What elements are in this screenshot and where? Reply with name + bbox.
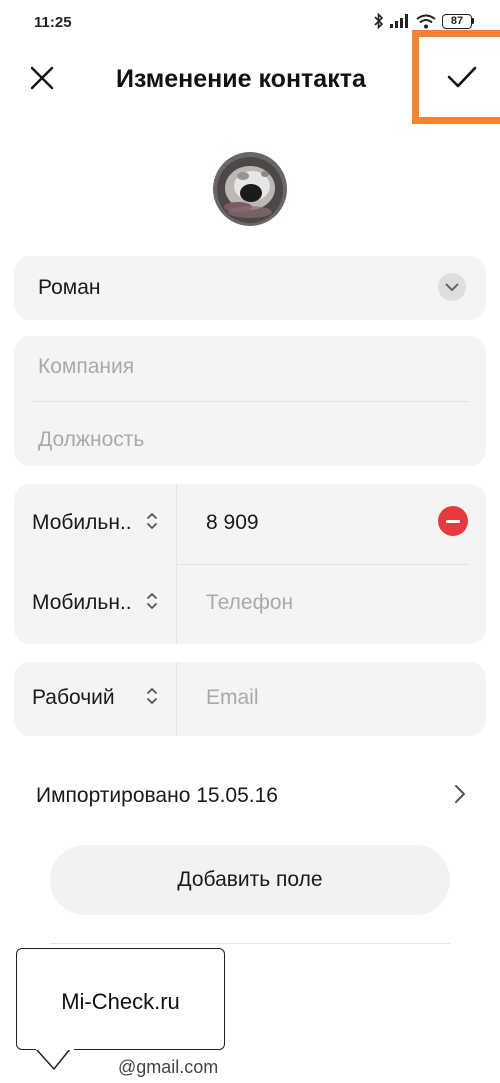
watermark-text: Mi-Check.ru bbox=[61, 989, 180, 1014]
minus-icon bbox=[446, 519, 460, 523]
name-field[interactable]: Роман bbox=[14, 256, 486, 320]
phone-row: Мобильн.. 8 909 bbox=[14, 484, 486, 564]
status-time: 11:25 bbox=[34, 14, 72, 31]
close-button[interactable] bbox=[24, 60, 60, 96]
status-icons: 87 bbox=[374, 13, 474, 29]
divider bbox=[176, 484, 177, 564]
avatar-photo bbox=[213, 152, 287, 226]
save-button[interactable] bbox=[412, 30, 500, 124]
job-title-field[interactable]: Должность bbox=[38, 428, 144, 452]
page-title: Изменение контакта bbox=[116, 65, 366, 93]
phone-type-label: Мобильн.. bbox=[32, 511, 132, 534]
email-type-label: Рабочий bbox=[32, 686, 115, 709]
divider bbox=[50, 943, 450, 944]
bluetooth-icon bbox=[374, 13, 384, 29]
phone-type-selector[interactable]: Мобильн.. bbox=[14, 564, 176, 644]
divider bbox=[176, 564, 177, 644]
phone-type-label: Мобильн.. bbox=[32, 591, 132, 614]
import-source-row[interactable]: Импортировано 15.05.16 bbox=[0, 768, 500, 824]
name-value: Роман bbox=[38, 276, 101, 299]
company-field[interactable]: Компания bbox=[38, 355, 134, 379]
divider bbox=[176, 662, 177, 736]
company-card: Компания Должность bbox=[14, 336, 486, 466]
phone-card: Мобильн.. 8 909 Мобильн.. Телефон bbox=[14, 484, 486, 644]
battery-level: 87 bbox=[442, 13, 472, 29]
phone-field[interactable]: 8 909 bbox=[206, 511, 259, 535]
battery-icon: 87 bbox=[442, 13, 474, 29]
wifi-icon bbox=[416, 14, 436, 29]
email-entry-peek: @gmail.com bbox=[118, 1057, 219, 1077]
phone-field[interactable]: Телефон bbox=[206, 591, 293, 615]
email-field[interactable]: Email bbox=[206, 686, 259, 710]
chevron-updown-icon bbox=[147, 593, 157, 609]
expand-name-button[interactable] bbox=[438, 273, 466, 301]
email-card: Рабочий Email bbox=[14, 662, 486, 736]
chevron-down-icon bbox=[445, 283, 459, 291]
phone-type-selector[interactable]: Мобильн.. bbox=[14, 484, 176, 564]
import-label: Импортировано 15.05.16 bbox=[36, 784, 278, 807]
close-icon bbox=[30, 66, 54, 90]
checkmark-icon bbox=[447, 66, 476, 88]
chevron-right-icon bbox=[455, 785, 465, 803]
contact-avatar[interactable] bbox=[213, 152, 287, 226]
callout-tail bbox=[36, 1048, 74, 1071]
chevron-updown-icon bbox=[147, 513, 157, 529]
remove-phone-button[interactable] bbox=[438, 506, 468, 536]
chevron-updown-icon bbox=[147, 688, 157, 704]
email-type-selector[interactable]: Рабочий bbox=[14, 662, 176, 736]
header: Изменение контакта bbox=[0, 30, 500, 124]
signal-icon bbox=[390, 14, 410, 28]
add-field-button[interactable]: Добавить поле bbox=[50, 845, 450, 915]
watermark-callout: Mi-Check.ru bbox=[16, 948, 225, 1050]
phone-row: Мобильн.. Телефон bbox=[14, 564, 486, 644]
divider bbox=[32, 401, 468, 402]
